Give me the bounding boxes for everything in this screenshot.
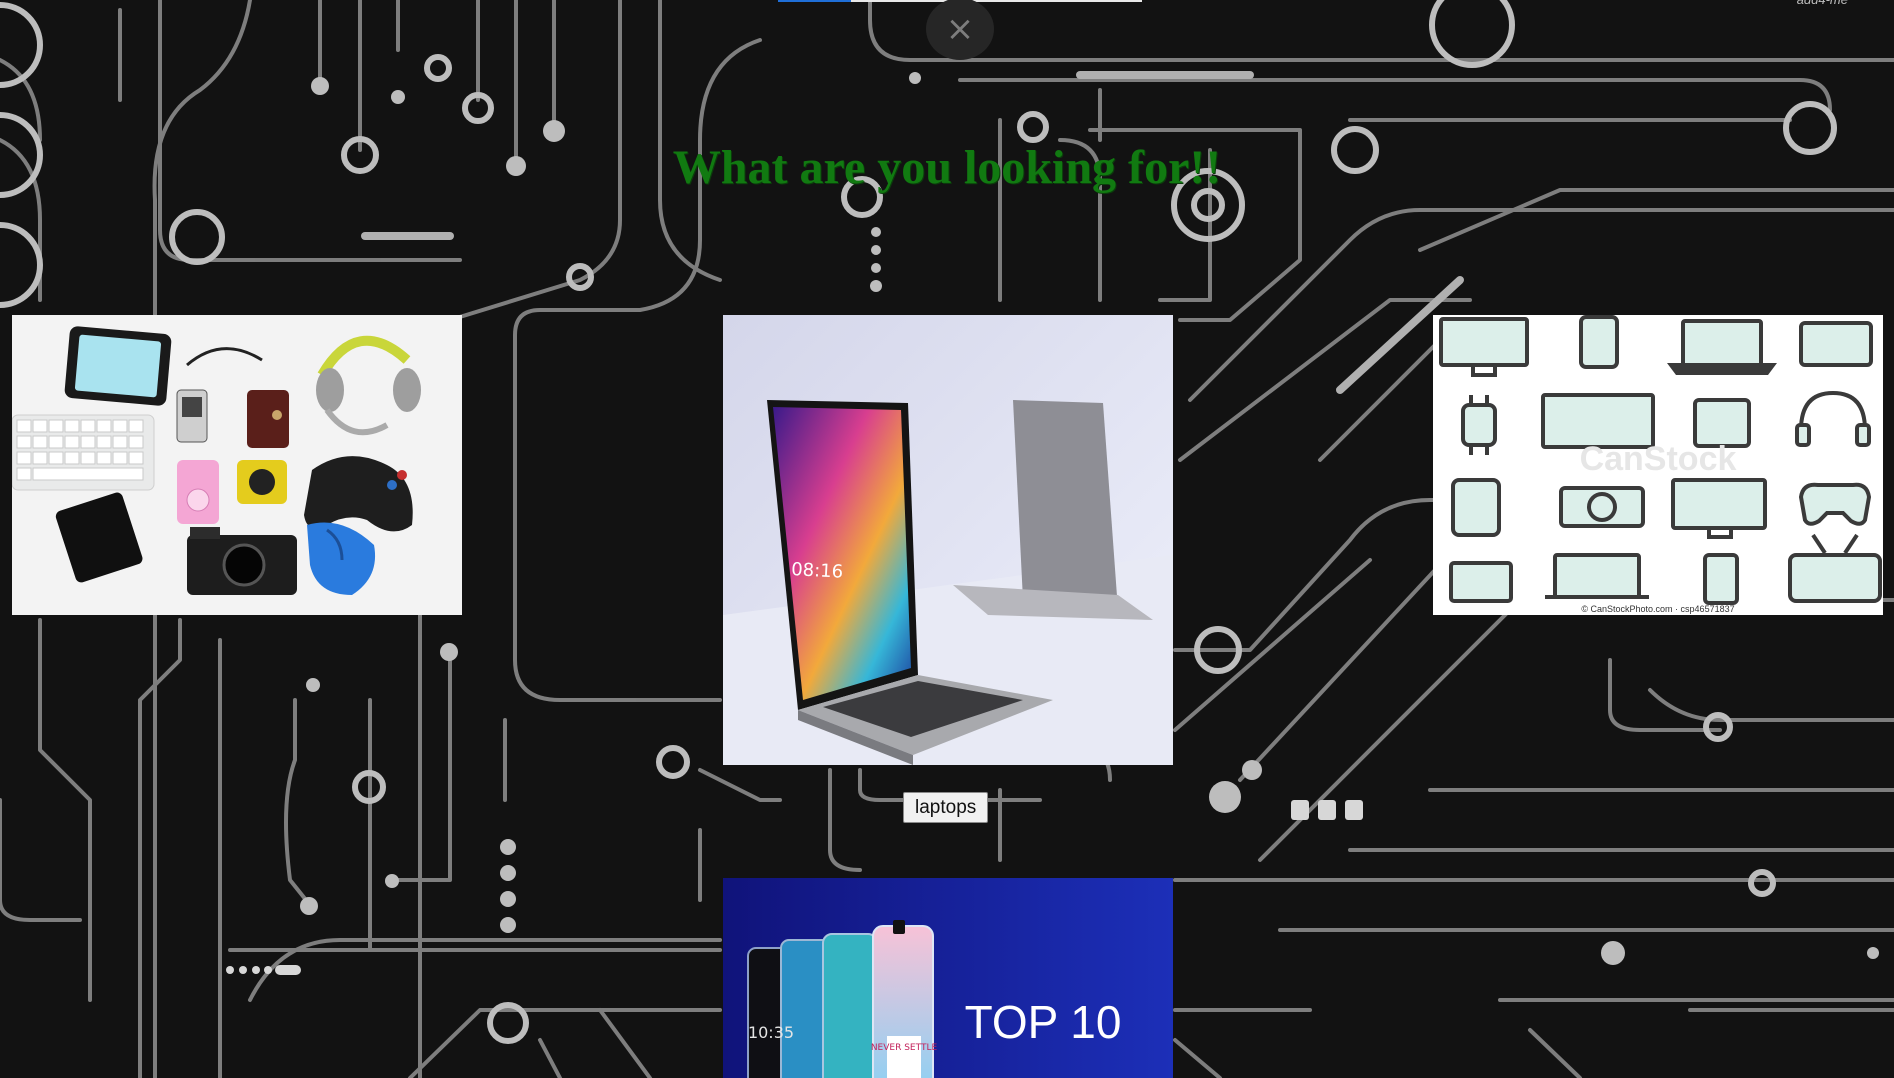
devices-image-card[interactable]: CanStock © CanStockPhoto.com · csp465718… <box>1433 315 1883 615</box>
laptops-image-card[interactable]: 08:16 <box>723 315 1173 765</box>
phone-clock-text: 10:35 <box>748 1023 794 1042</box>
device-icons-image: CanStock © CanStockPhoto.com · csp465718… <box>1433 315 1883 615</box>
electronics-flatlay-image <box>12 315 462 615</box>
close-button[interactable]: × <box>926 0 994 60</box>
watermark-text: CanStock <box>1580 440 1737 478</box>
banner-title: TOP 10 <box>965 996 1122 1048</box>
close-icon: × <box>945 9 975 49</box>
electronics-image-card[interactable] <box>12 315 462 615</box>
smartphones-image-card[interactable]: 10:35 NEVER SETTLE TOP 10 <box>723 878 1173 1078</box>
loading-progress-fill <box>778 0 851 2</box>
laptops-image: 08:16 <box>723 315 1173 765</box>
corner-label: add4-me <box>1797 0 1848 7</box>
smartphones-banner-image: 10:35 NEVER SETTLE TOP 10 <box>723 878 1173 1078</box>
phone-slogan-text: NEVER SETTLE <box>871 1043 938 1053</box>
category-label-laptops[interactable]: laptops <box>903 792 989 823</box>
laptop-screen-clock: 08:16 <box>791 559 844 583</box>
page-title: What are you looking for!! <box>672 141 1222 194</box>
image-caption: © CanStockPhoto.com · csp46571837 <box>1581 604 1734 614</box>
